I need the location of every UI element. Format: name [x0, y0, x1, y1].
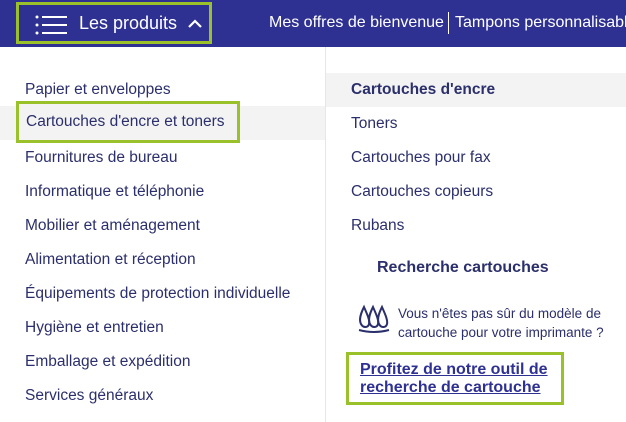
- category-item[interactable]: Mobilier et aménagement: [25, 217, 200, 235]
- subcategory-item[interactable]: Rubans: [351, 217, 404, 235]
- nav-link-welcome-offers[interactable]: Mes offres de bienvenue: [269, 14, 444, 32]
- products-menu-label: Les produits: [79, 13, 178, 33]
- category-item[interactable]: Informatique et téléphonie: [25, 183, 204, 201]
- subcategory-panel: Cartouches d'encre Toners Cartouches pou…: [326, 47, 626, 422]
- subcategory-item[interactable]: Cartouches copieurs: [351, 183, 493, 201]
- cartridge-search-tool-link[interactable]: Profitez de notre outil de recherche de …: [360, 361, 570, 397]
- category-item[interactable]: Papier et enveloppes: [25, 81, 171, 99]
- nav-separator: [448, 12, 449, 34]
- category-item[interactable]: Alimentation et réception: [25, 251, 196, 269]
- category-list: Papier et enveloppes Cartouches d'encre …: [0, 47, 325, 422]
- subcategory-item-active[interactable]: Cartouches d'encre: [351, 81, 495, 99]
- products-menu-button[interactable]: Les produits: [16, 2, 212, 44]
- category-item-active[interactable]: Cartouches d'encre et toners: [16, 101, 240, 143]
- ink-drops-icon: [358, 304, 390, 333]
- category-item[interactable]: Équipements de protection individuelle: [25, 285, 290, 303]
- category-item[interactable]: Services généraux: [25, 387, 153, 405]
- cartridge-search-tool-link-box[interactable]: Profitez de notre outil de recherche de …: [346, 352, 564, 405]
- subcategory-item[interactable]: Toners: [351, 115, 398, 133]
- chevron-up-icon: [188, 19, 202, 28]
- category-item[interactable]: Hygiène et entretien: [25, 319, 164, 337]
- menu-icon: [35, 15, 67, 35]
- nav-link-custom-stamps[interactable]: Tampons personnalisables: [455, 14, 626, 32]
- category-item[interactable]: Emballage et expédition: [25, 353, 190, 371]
- cartridge-search-heading: Recherche cartouches: [377, 259, 549, 276]
- category-item[interactable]: Fournitures de bureau: [25, 149, 178, 167]
- category-item-label: Cartouches d'encre et toners: [26, 113, 225, 130]
- subcategory-item[interactable]: Cartouches pour fax: [351, 149, 491, 167]
- cartridge-help-text: Vous n'êtes pas sûr du modèle de cartouc…: [398, 306, 604, 340]
- top-navigation-bar: Les produits Mes offres de bienvenue Tam…: [0, 0, 626, 47]
